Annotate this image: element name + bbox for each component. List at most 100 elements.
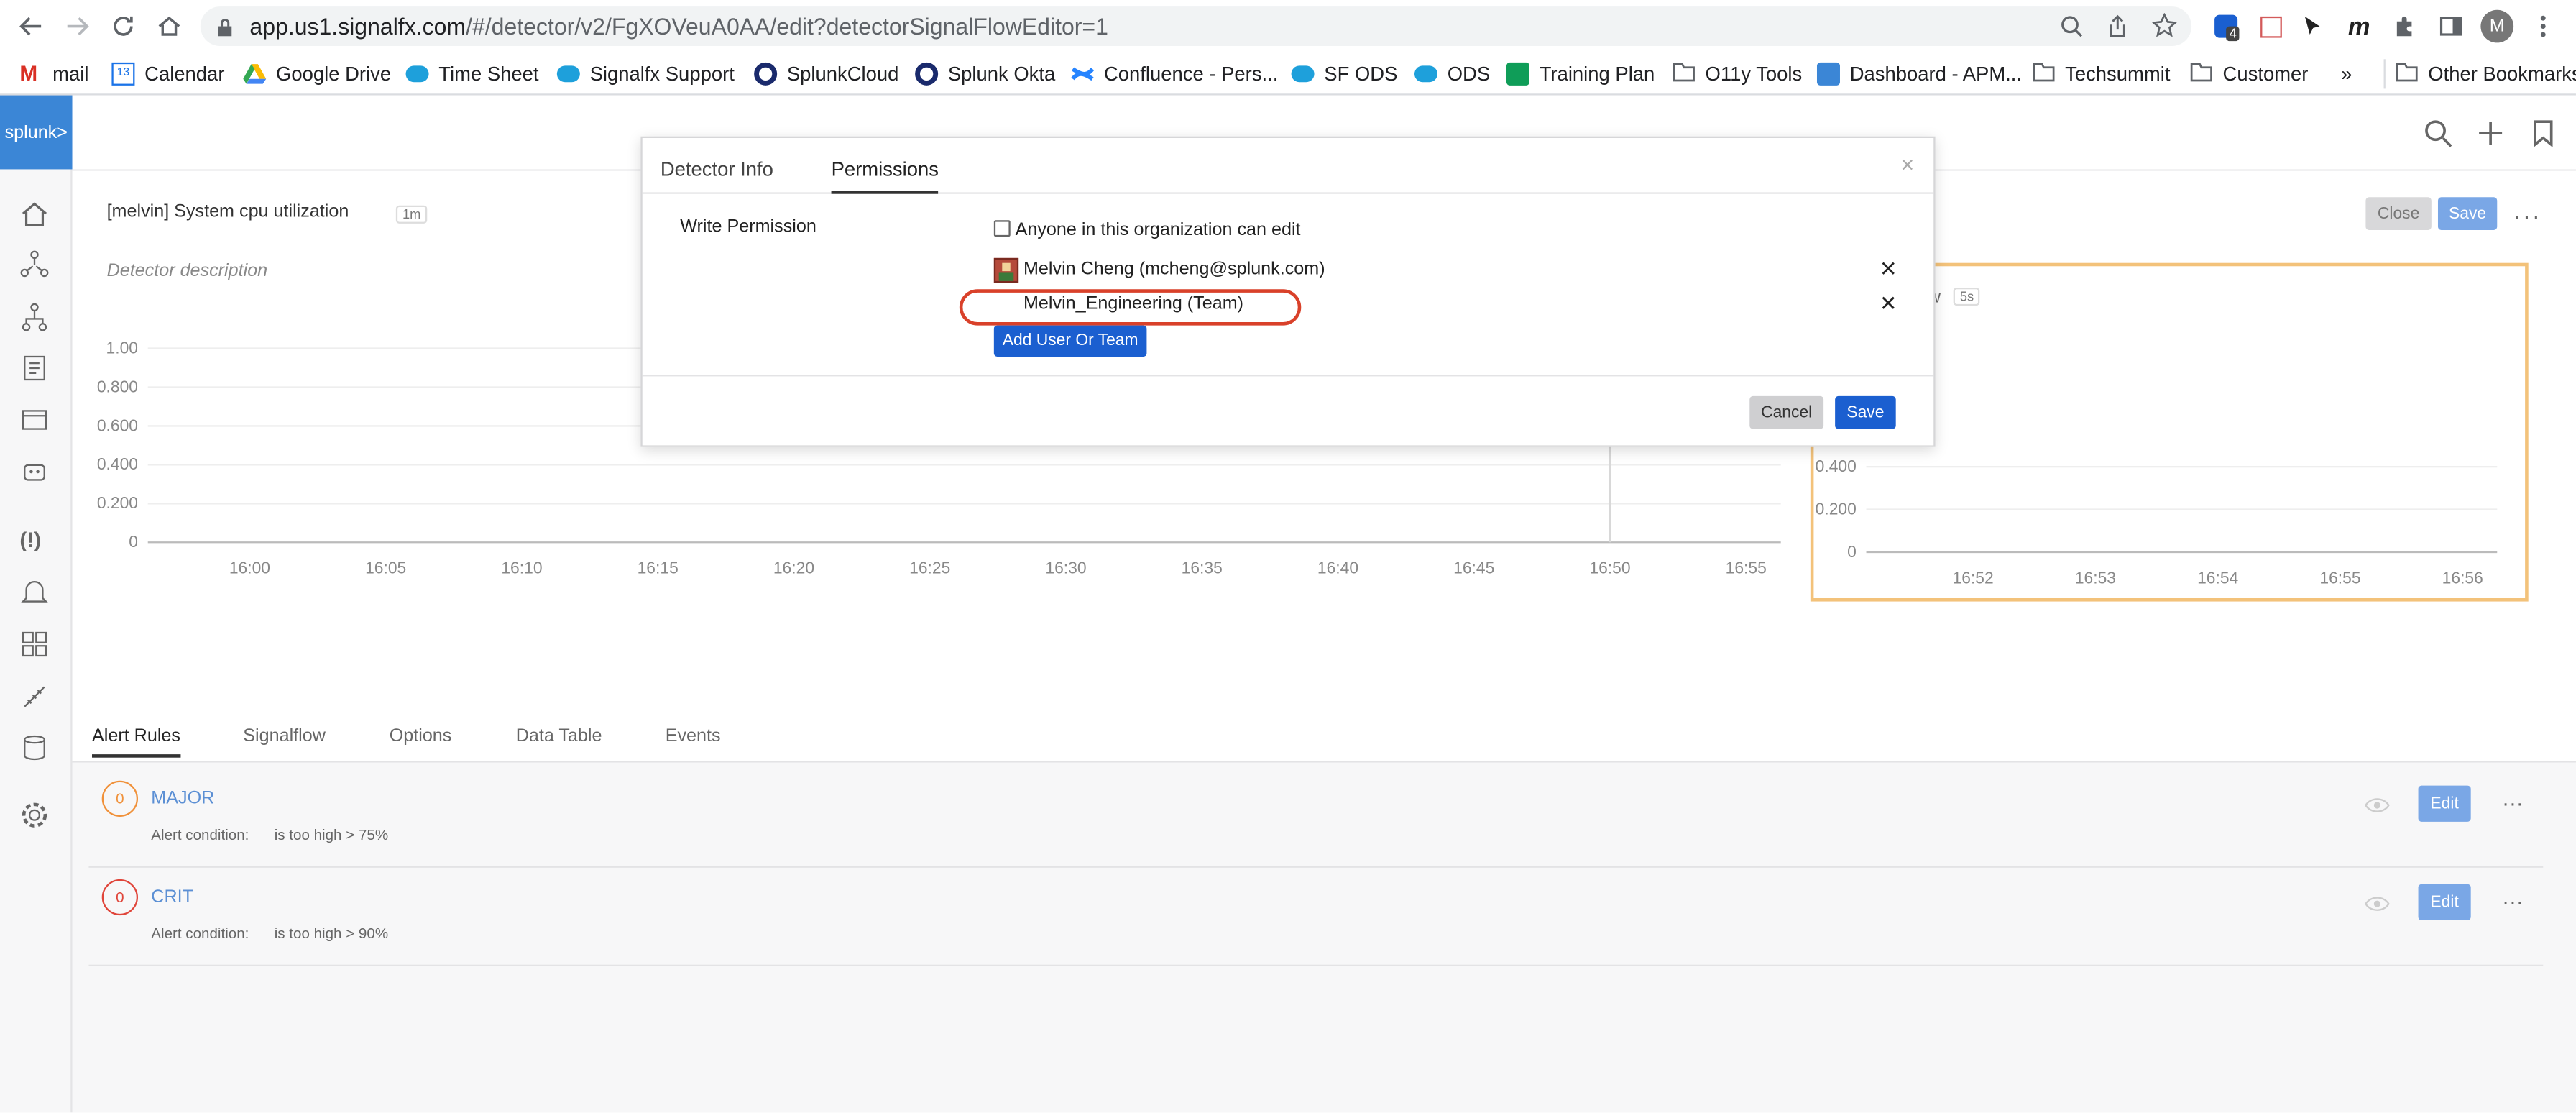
settings-gear-icon[interactable] bbox=[19, 800, 52, 833]
bookmark-label: SF ODS bbox=[1324, 62, 1398, 86]
zoom-icon[interactable] bbox=[2060, 15, 2083, 46]
dialog-cancel-button[interactable]: Cancel bbox=[1749, 395, 1824, 429]
search-icon[interactable] bbox=[2423, 119, 2452, 157]
bookmark-training-plan[interactable]: Training Plan bbox=[1506, 59, 1655, 88]
bookmarks-overflow-button[interactable]: » bbox=[2341, 59, 2352, 88]
bookmark-mail[interactable]: Mmail bbox=[19, 59, 88, 88]
bookmark-folder-techsummit[interactable]: Techsummit bbox=[2032, 59, 2170, 88]
extensions-puzzle-icon[interactable] bbox=[2386, 6, 2425, 46]
detector-description[interactable]: Detector description bbox=[107, 261, 268, 280]
detector-title[interactable]: [melvin] System cpu utilization bbox=[107, 202, 349, 221]
edit-rule-button[interactable]: Edit bbox=[2418, 884, 2471, 920]
permission-entry-team: Melvin_Engineering (Team) bbox=[1023, 294, 1244, 314]
editor-tabs: Alert Rules Signalflow Options Data Tabl… bbox=[72, 713, 2576, 763]
y-tick-label: 1.00 bbox=[106, 338, 138, 357]
remove-user-icon[interactable]: ✕ bbox=[1880, 257, 1898, 283]
bookmark-ods[interactable]: ODS bbox=[1414, 59, 1490, 88]
profile-initial: M bbox=[2480, 9, 2514, 43]
browser-menu-icon[interactable] bbox=[2524, 6, 2563, 46]
alert-rule-row[interactable]: 0 MAJOR Alert condition: is too high > 7… bbox=[88, 769, 2544, 868]
tab-options[interactable]: Options bbox=[390, 726, 452, 746]
detectors-nav-icon[interactable] bbox=[19, 579, 52, 612]
x-tick-label: 16:25 bbox=[909, 559, 950, 577]
dashboards-nav-icon[interactable] bbox=[19, 629, 52, 662]
bookmark-star-icon[interactable] bbox=[2151, 12, 2178, 46]
rule-severity[interactable]: MAJOR bbox=[151, 789, 214, 808]
extension-badge: 4 bbox=[2226, 26, 2240, 42]
bookmark-confluence[interactable]: Confluence - Pers... bbox=[1071, 59, 1278, 88]
tab-events[interactable]: Events bbox=[666, 726, 721, 746]
rule-count-badge: 0 bbox=[101, 780, 138, 817]
edit-rule-button[interactable]: Edit bbox=[2418, 785, 2471, 822]
bookmark-sf-ods[interactable]: SF ODS bbox=[1291, 59, 1398, 88]
bookmark-time-sheet[interactable]: Time Sheet bbox=[405, 59, 539, 88]
bookmark-folder-other[interactable]: Other Bookmarks bbox=[2383, 59, 2576, 89]
extension-icon-calendar[interactable] bbox=[2250, 6, 2290, 46]
rum-nav-icon[interactable] bbox=[19, 406, 52, 439]
bookmark-folder-customer[interactable]: Customer bbox=[2190, 59, 2308, 88]
dialog-tab-bar: Detector Info Permissions × bbox=[642, 138, 1934, 194]
bookmark-signalfx-support[interactable]: Signalfx Support bbox=[556, 59, 735, 88]
back-icon[interactable] bbox=[12, 6, 51, 46]
bookmark-label: Dashboard - APM... bbox=[1849, 62, 2023, 86]
side-panel-icon[interactable] bbox=[2432, 6, 2471, 46]
bookmark-icon[interactable] bbox=[2531, 119, 2554, 157]
logs-nav-icon[interactable] bbox=[19, 353, 52, 386]
rule-severity[interactable]: CRIT bbox=[151, 887, 193, 907]
bookmark-google-drive[interactable]: Google Drive bbox=[243, 59, 391, 88]
x-tick-label: 16:15 bbox=[638, 559, 678, 577]
permissions-dialog: Detector Info Permissions × Write Permis… bbox=[640, 136, 1936, 447]
extension-icon-cursor[interactable] bbox=[2294, 6, 2333, 46]
tab-permissions[interactable]: Permissions bbox=[831, 157, 939, 194]
x-tick-label: 16:55 bbox=[1726, 559, 1767, 577]
address-bar[interactable]: app.us1.signalfx.com/#/detector/v2/FgXOV… bbox=[200, 6, 2192, 46]
add-icon[interactable] bbox=[2476, 119, 2506, 157]
alerts-nav-icon[interactable]: (!) bbox=[19, 526, 52, 559]
bookmark-splunk-okta[interactable]: Splunk Okta bbox=[915, 59, 1055, 88]
alert-rule-row[interactable]: 0 CRIT Alert condition: is too high > 90… bbox=[88, 868, 2544, 966]
apm-nav-icon[interactable] bbox=[19, 303, 52, 336]
home-icon[interactable] bbox=[150, 6, 189, 46]
tab-data-table[interactable]: Data Table bbox=[516, 726, 602, 746]
dialog-close-icon[interactable]: × bbox=[1901, 151, 1915, 178]
bookmark-splunkcloud[interactable]: SplunkCloud bbox=[754, 59, 898, 88]
extension-icon-1password[interactable]: 4 bbox=[2207, 6, 2246, 46]
share-icon[interactable] bbox=[2106, 14, 2129, 46]
x-tick-label: 16:00 bbox=[229, 559, 270, 577]
dialog-save-button[interactable]: Save bbox=[1835, 395, 1896, 429]
eye-icon[interactable] bbox=[2364, 794, 2391, 823]
profile-avatar[interactable]: M bbox=[2478, 6, 2517, 46]
more-options-icon[interactable]: ··· bbox=[2513, 202, 2542, 229]
tab-detector-info[interactable]: Detector Info bbox=[661, 157, 773, 180]
eye-icon[interactable] bbox=[2364, 892, 2391, 922]
synthetics-nav-icon[interactable] bbox=[19, 457, 52, 490]
infrastructure-nav-icon[interactable] bbox=[19, 249, 52, 283]
bookmark-folder-o11y-tools[interactable]: O11y Tools bbox=[1673, 59, 1802, 88]
tab-signalflow[interactable]: Signalflow bbox=[243, 726, 326, 746]
data-nav-icon[interactable] bbox=[19, 733, 52, 766]
save-button[interactable]: Save bbox=[2437, 197, 2498, 230]
close-button[interactable]: Close bbox=[2365, 197, 2432, 230]
salesforce-cloud-icon bbox=[405, 65, 429, 83]
tab-alert-rules[interactable]: Alert Rules bbox=[91, 726, 180, 758]
anyone-can-edit-checkbox[interactable] bbox=[993, 220, 1011, 237]
add-user-or-team-button[interactable]: Add User Or Team bbox=[993, 325, 1147, 357]
y-tick-label: 0.400 bbox=[1816, 457, 1857, 475]
overflow-chevron-icon: » bbox=[2341, 62, 2352, 86]
bookmark-calendar[interactable]: 13 Calendar bbox=[111, 59, 224, 88]
metrics-nav-icon[interactable] bbox=[19, 682, 52, 715]
forward-icon[interactable] bbox=[58, 6, 97, 46]
x-tick-label: 16:40 bbox=[1317, 559, 1358, 577]
splunk-logo[interactable]: splunk> bbox=[0, 95, 73, 170]
rule-more-icon[interactable]: ··· bbox=[2502, 889, 2524, 914]
anyone-can-edit-label[interactable]: Anyone in this organization can edit bbox=[1016, 220, 1301, 239]
bookmark-label: O11y Tools bbox=[1705, 62, 1803, 86]
rule-condition-label: Alert condition: bbox=[151, 925, 249, 942]
reload-icon[interactable] bbox=[104, 6, 143, 46]
bookmark-dashboard-apm[interactable]: Dashboard - APM... bbox=[1816, 59, 2023, 88]
user-avatar bbox=[993, 257, 1019, 283]
home-nav-icon[interactable] bbox=[19, 199, 52, 232]
rule-more-icon[interactable]: ··· bbox=[2502, 790, 2524, 815]
extension-icon-m[interactable]: m bbox=[2340, 6, 2379, 46]
remove-team-icon[interactable]: ✕ bbox=[1880, 291, 1898, 318]
